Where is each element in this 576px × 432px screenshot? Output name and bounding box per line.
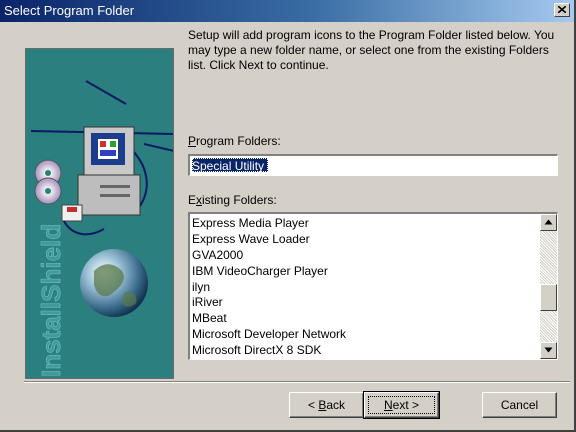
window-title: Select Program Folder [4, 3, 135, 18]
list-item[interactable]: IBM VideoCharger Player [192, 264, 346, 280]
brand-wordmark: InstallShield [36, 224, 66, 377]
cd-disc-icon [34, 159, 62, 205]
list-item[interactable]: Express Media Player [192, 216, 346, 232]
program-folder-field[interactable] [190, 156, 561, 175]
list-item[interactable]: Microsoft DirectX 8 SDK [192, 343, 346, 359]
list-item[interactable]: iRiver [192, 295, 346, 311]
computer-icon [77, 126, 141, 216]
close-x-icon [558, 6, 566, 13]
scroll-down-button[interactable] [540, 342, 557, 359]
back-button[interactable]: < Back [289, 392, 364, 418]
program-folder-input[interactable] [188, 154, 561, 176]
title-bar[interactable]: Select Program Folder [0, 0, 574, 22]
vertical-scrollbar[interactable] [540, 214, 557, 359]
footer-separator [24, 381, 570, 383]
existing-folders-label: Existing Folders: [188, 193, 277, 207]
globe-icon [80, 249, 148, 317]
list-item[interactable]: ilyn [192, 280, 346, 296]
list-item[interactable]: GVA2000 [192, 248, 346, 264]
list-item[interactable]: Microsoft Developer Network [192, 327, 346, 343]
list-item[interactable]: Express Wave Loader [192, 232, 346, 248]
installshield-artwork: InstallShield [25, 48, 174, 379]
list-items: Express Media Player Express Wave Loader… [192, 216, 346, 359]
triangle-up-icon [544, 219, 553, 225]
triangle-down-icon [544, 347, 553, 353]
scroll-up-button[interactable] [540, 214, 557, 231]
focus-rectangle [368, 396, 435, 414]
floppy-disk-icon [61, 204, 83, 222]
dialog-window: Select Program Folder InstallShield Setu… [0, 0, 576, 432]
program-folders-label: Program Folders: [188, 134, 281, 148]
cancel-button[interactable]: Cancel [482, 392, 557, 418]
close-button[interactable] [554, 3, 570, 17]
scroll-thumb[interactable] [540, 284, 557, 311]
intro-text: Setup will add program icons to the Prog… [188, 28, 555, 72]
next-button[interactable]: Next > [363, 391, 440, 419]
existing-folders-list[interactable]: Express Media Player Express Wave Loader… [188, 212, 558, 360]
list-item[interactable]: MBeat [192, 311, 346, 327]
installshield-art-svg: InstallShield [30, 80, 173, 377]
